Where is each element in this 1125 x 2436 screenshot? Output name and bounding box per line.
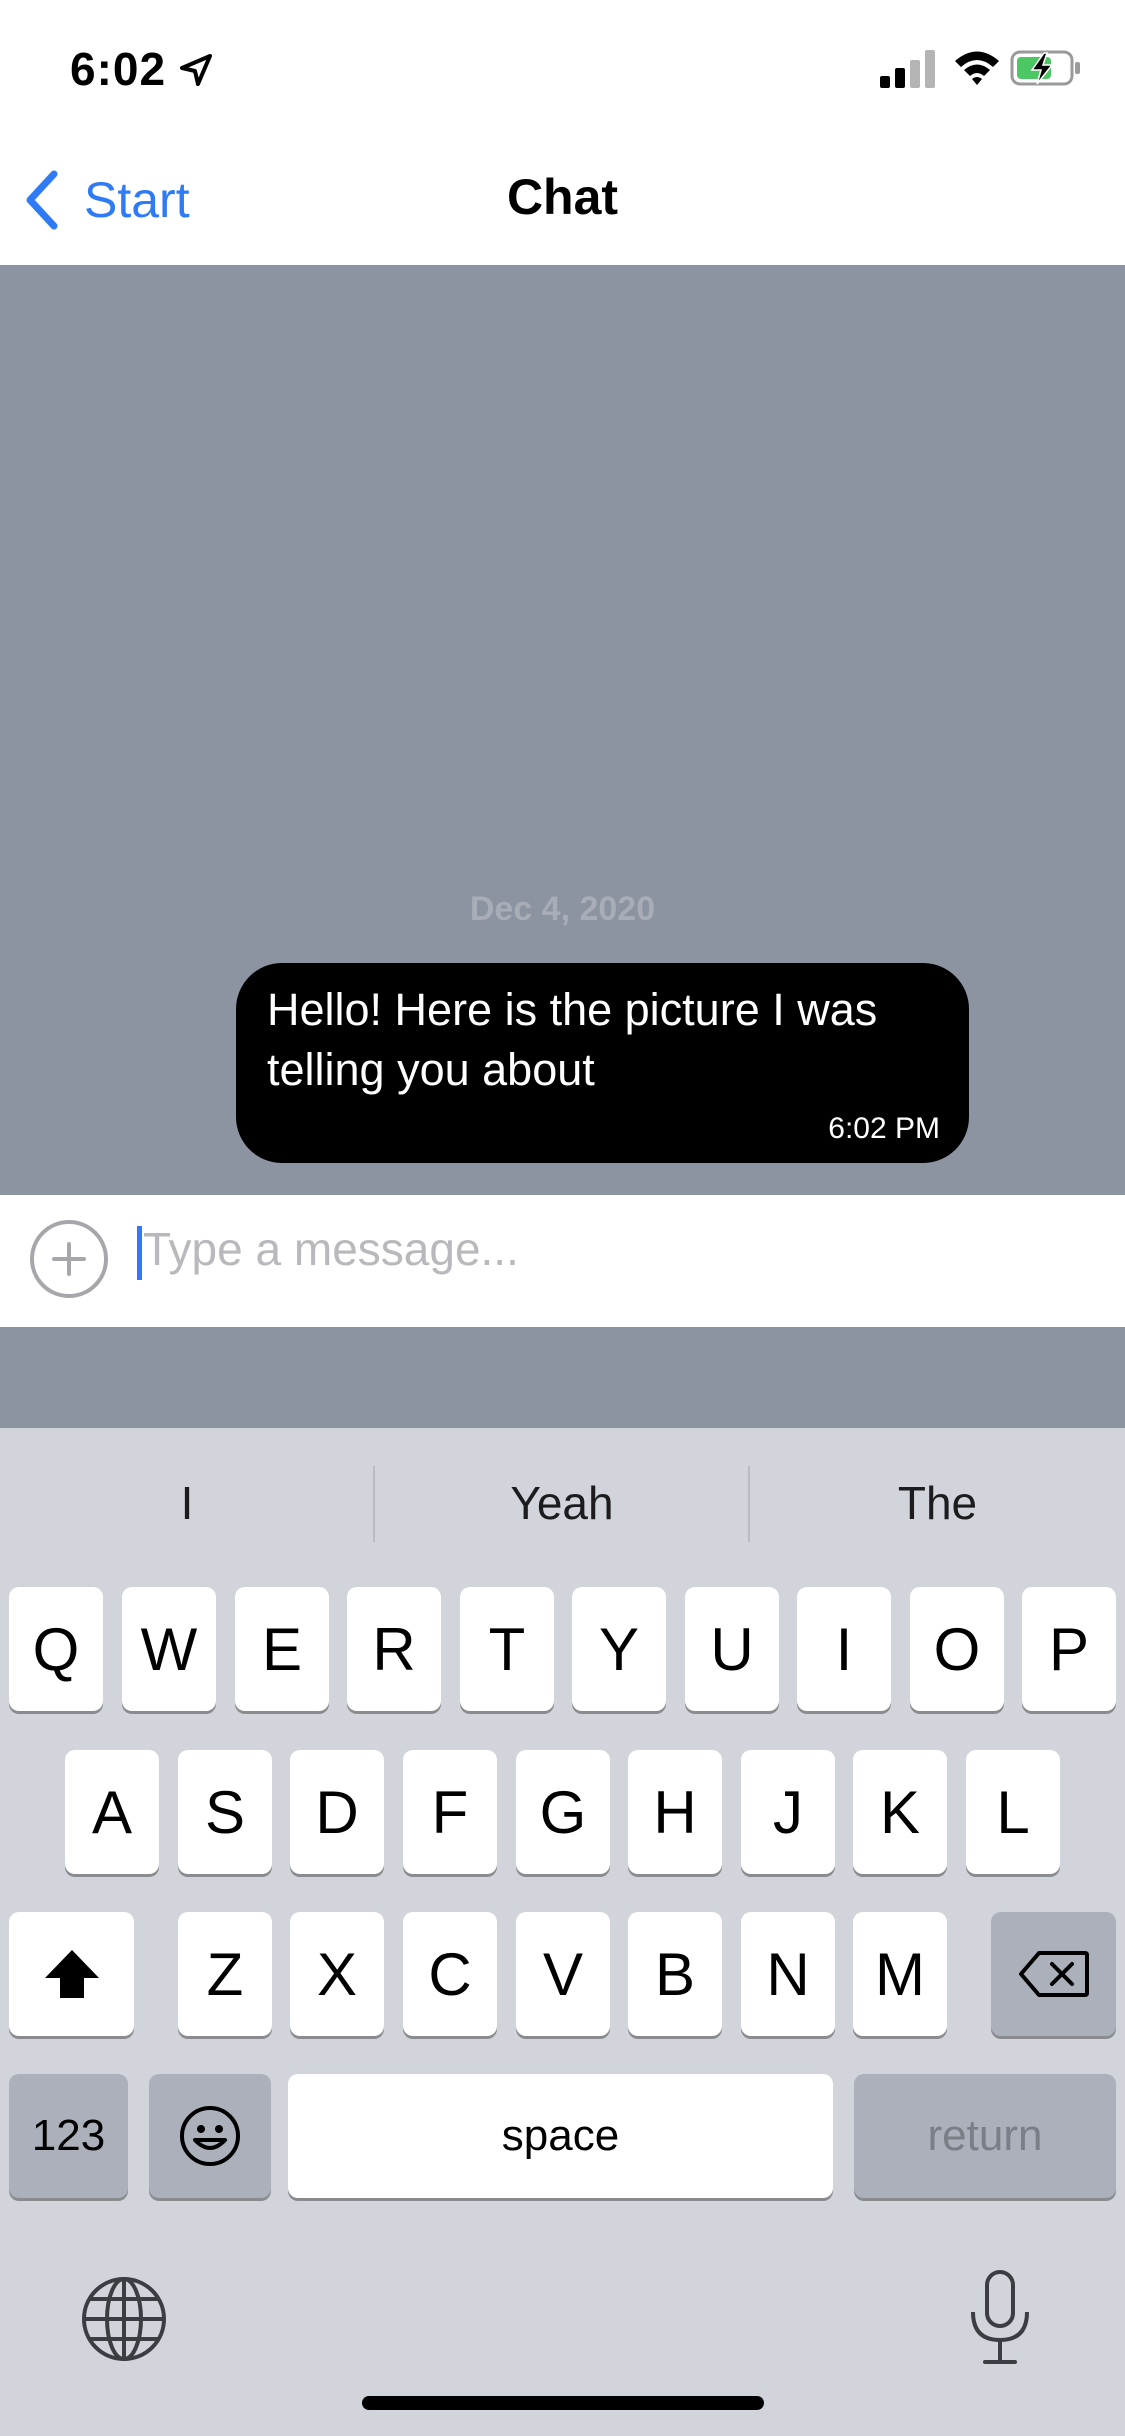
battery-charging-icon [1010,50,1080,86]
key-k[interactable]: K [853,1750,947,1874]
wifi-icon [955,51,999,85]
key-e[interactable]: E [235,1587,329,1711]
suggestion-1[interactable]: I [0,1468,374,1538]
key-a[interactable]: A [65,1750,159,1874]
home-indicator[interactable] [362,2396,764,2410]
key-z[interactable]: Z [178,1912,272,2036]
backspace-icon [1018,1951,1089,1997]
cellular-signal-icon [880,50,935,88]
microphone-icon[interactable] [965,2268,1035,2368]
space-key[interactable]: space [288,2074,833,2198]
message-text: Hello! Here is the picture I was telling… [267,984,878,1095]
text-cursor [137,1226,142,1280]
suggestion-2[interactable]: Yeah [375,1468,749,1538]
key-u[interactable]: U [685,1587,779,1711]
key-f[interactable]: F [403,1750,497,1874]
globe-icon[interactable] [80,2275,168,2363]
key-c[interactable]: C [403,1912,497,2036]
key-q[interactable]: Q [9,1587,103,1711]
key-m[interactable]: M [853,1912,947,2036]
suggestion-3[interactable]: The [750,1468,1125,1538]
key-x[interactable]: X [290,1912,384,2036]
numbers-key[interactable]: 123 [9,2074,128,2198]
key-j[interactable]: J [741,1750,835,1874]
delete-key[interactable] [991,1912,1116,2036]
date-separator: Dec 4, 2020 [469,890,656,928]
key-v[interactable]: V [516,1912,610,2036]
message-input[interactable]: Type a message... [143,1222,519,1276]
key-r[interactable]: R [347,1587,441,1711]
key-t[interactable]: T [460,1587,554,1711]
shift-arrow-icon [44,1950,99,1998]
page-title: Chat [506,169,619,225]
message-timestamp: 6:02 PM [828,1112,940,1145]
emoji-key[interactable] [149,2074,271,2198]
location-arrow-icon [180,54,212,86]
key-y[interactable]: Y [572,1587,666,1711]
key-p[interactable]: P [1022,1587,1116,1711]
emoji-icon [180,2106,240,2166]
key-b[interactable]: B [628,1912,722,2036]
key-l[interactable]: L [966,1750,1060,1874]
key-h[interactable]: H [628,1750,722,1874]
return-key[interactable]: return [854,2074,1116,2198]
key-o[interactable]: O [910,1587,1004,1711]
key-d[interactable]: D [290,1750,384,1874]
shift-key[interactable] [9,1912,134,2036]
key-w[interactable]: W [122,1587,216,1711]
key-s[interactable]: S [178,1750,272,1874]
key-g[interactable]: G [516,1750,610,1874]
key-i[interactable]: I [797,1587,891,1711]
key-n[interactable]: N [741,1912,835,2036]
status-time: 6:02 [70,43,167,95]
add-attachment-button[interactable] [28,1218,110,1300]
